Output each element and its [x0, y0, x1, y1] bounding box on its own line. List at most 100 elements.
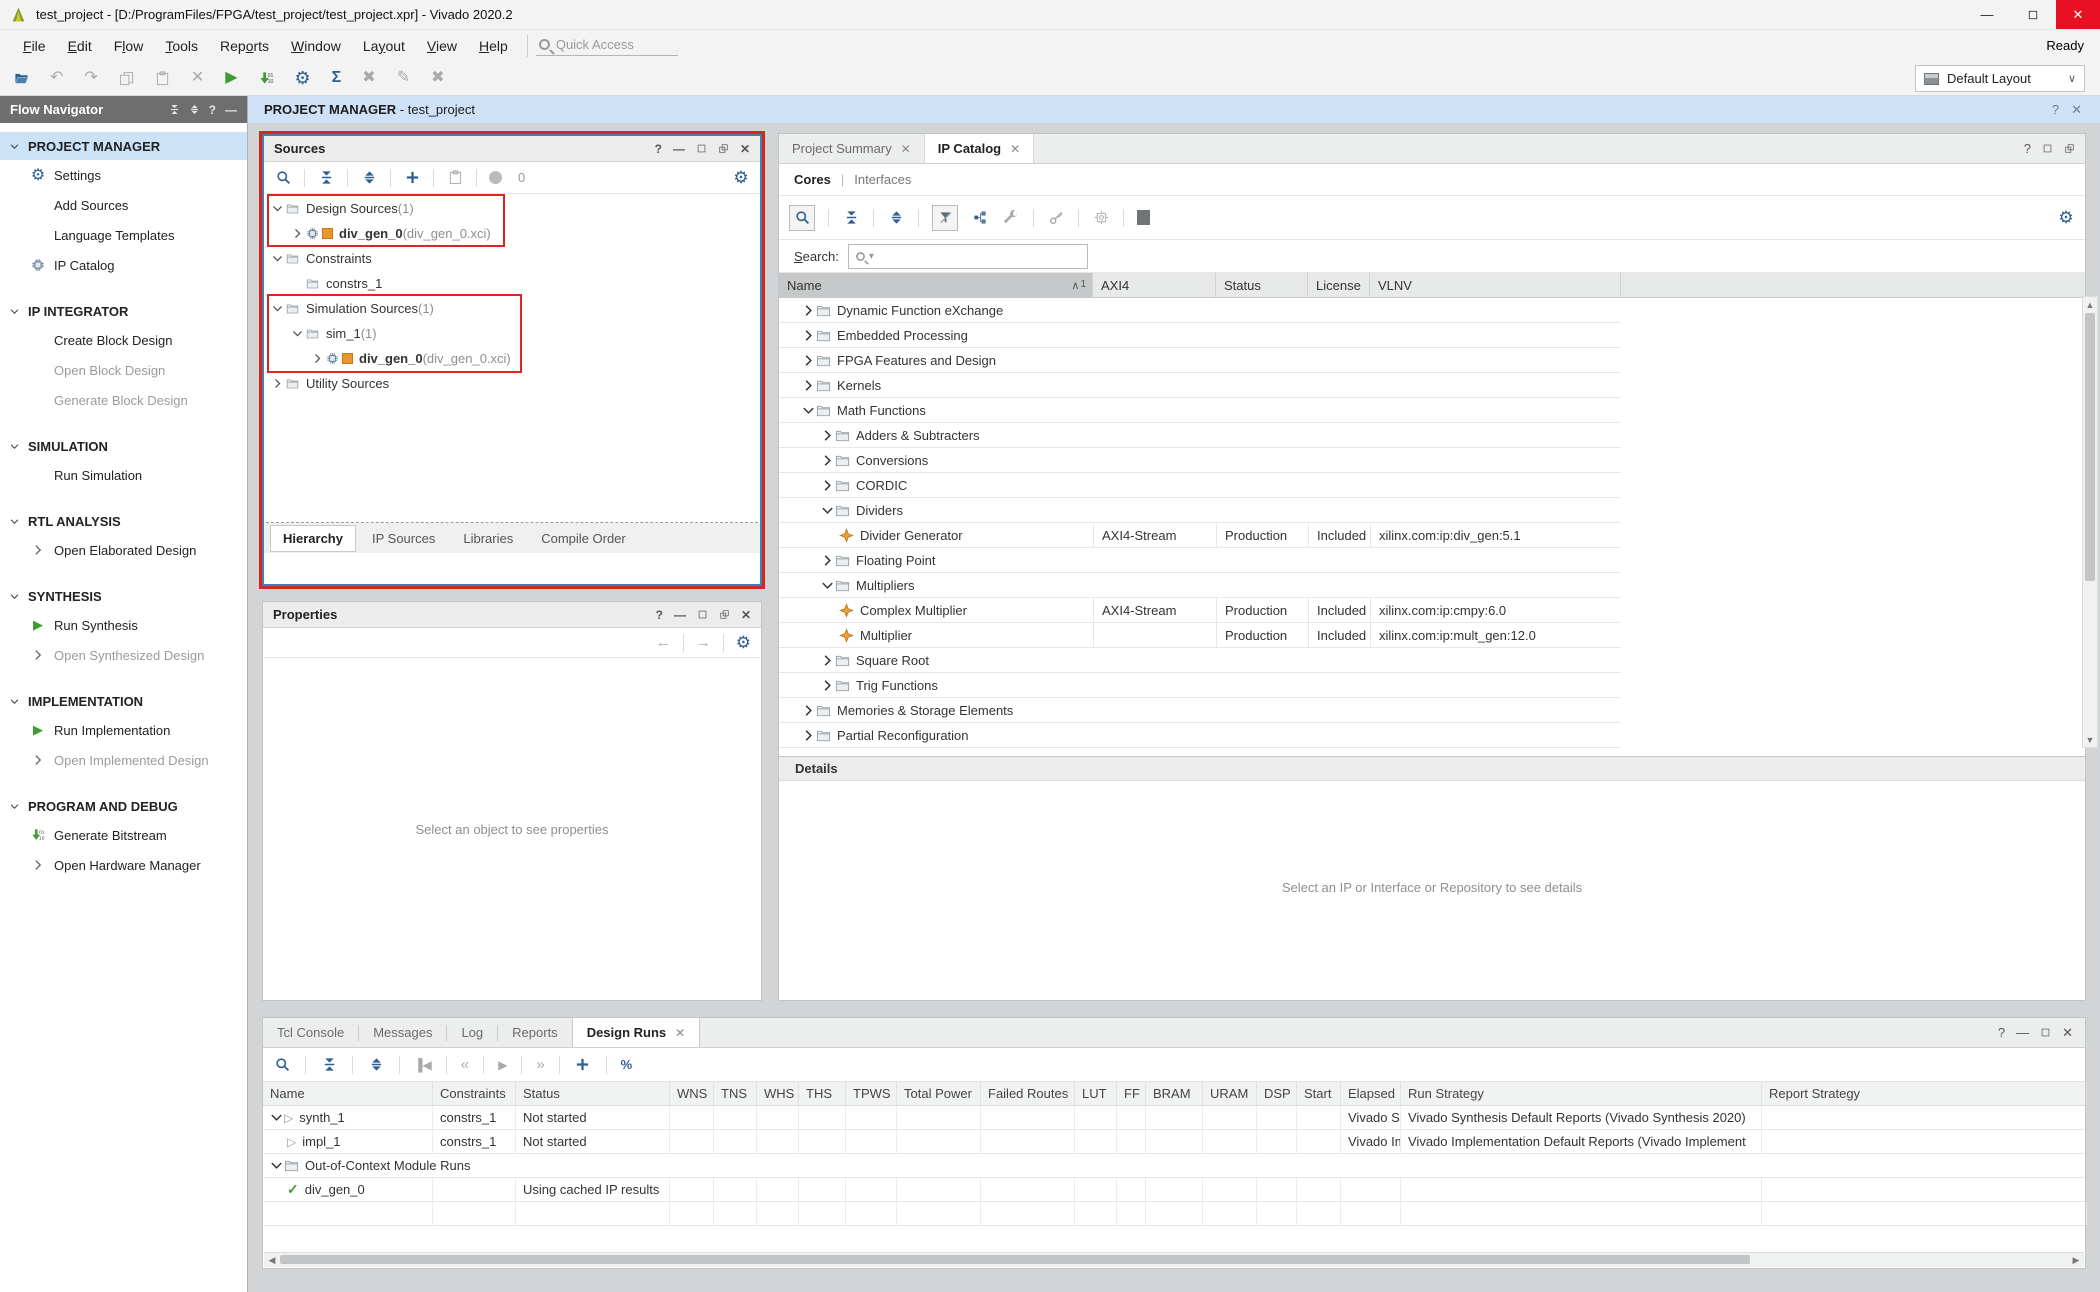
float-panel-icon[interactable]	[719, 609, 730, 620]
maximize-panel-icon[interactable]	[697, 609, 708, 620]
gear-icon[interactable]: ⚙	[2057, 209, 2075, 227]
stop-icon[interactable]	[1137, 210, 1150, 225]
flow-section-rtl-analysis[interactable]: RTL ANALYSIS	[0, 507, 247, 535]
filter-compatible-icon[interactable]	[932, 205, 958, 231]
tree-item-constraints[interactable]: Constraints	[264, 246, 760, 271]
scrollbar-thumb[interactable]	[2085, 313, 2095, 581]
menu-flow[interactable]: Flow	[103, 34, 155, 58]
copy-icon[interactable]	[119, 71, 134, 86]
close-panel-icon[interactable]: ✕	[2062, 1025, 2073, 1041]
close-tab-icon[interactable]: ✕	[901, 142, 911, 156]
menu-window[interactable]: Window	[280, 34, 352, 58]
chevron-down-icon[interactable]	[270, 301, 285, 316]
undo-icon[interactable]: ↶	[50, 70, 63, 86]
abort-icon[interactable]: ✖	[431, 70, 444, 86]
tab-hierarchy[interactable]: Hierarchy	[270, 525, 356, 552]
tab-compile-order[interactable]: Compile Order	[529, 526, 638, 551]
help-icon[interactable]: ?	[2052, 102, 2059, 118]
help-icon[interactable]: ?	[1998, 1025, 2005, 1040]
menu-help[interactable]: Help	[468, 34, 519, 58]
chevron-right-icon[interactable]	[801, 353, 816, 368]
close-icon[interactable]: ✕	[2071, 102, 2082, 118]
collapse-all-icon[interactable]	[317, 169, 335, 187]
flow-item-open-implemented-design[interactable]: Open Implemented Design	[0, 745, 247, 775]
step-back-icon[interactable]: «	[461, 1056, 469, 1073]
minimize-icon[interactable]: —	[1964, 0, 2010, 29]
ip-row-complex-multiplier[interactable]: Complex MultiplierAXI4-StreamProductionI…	[779, 598, 1621, 623]
tree-item-constrs_1[interactable]: constrs_1	[264, 271, 760, 296]
search-icon[interactable]	[789, 205, 815, 231]
ip-row-multipliers[interactable]: Multipliers	[779, 573, 1621, 598]
ip-row-multiplier[interactable]: MultiplierProductionIncludedxilinx.com:i…	[779, 623, 1621, 648]
close-panel-icon[interactable]: ✕	[741, 608, 751, 622]
chevron-right-icon[interactable]	[290, 226, 305, 241]
run-row-div_gen_0[interactable]: ✓div_gen_0Using cached IP results	[263, 1178, 2085, 1202]
ip-row-partial-reconfiguration[interactable]: Partial Reconfiguration	[779, 723, 1621, 748]
gear-icon[interactable]: ⚙	[736, 633, 751, 653]
scroll-down-icon[interactable]: ▼	[2083, 732, 2097, 747]
chevron-right-icon[interactable]	[801, 728, 816, 743]
flow-item-open-synthesized-design[interactable]: Open Synthesized Design	[0, 640, 247, 670]
delete-icon[interactable]: ✕	[191, 70, 204, 86]
close-panel-icon[interactable]: ✕	[740, 142, 750, 156]
chevron-right-icon[interactable]	[801, 328, 816, 343]
column-header-axi4[interactable]: AXI4	[1093, 273, 1216, 297]
column-header-vlnv[interactable]: VLNV	[1370, 273, 1621, 297]
ip-row-floating-point[interactable]: Floating Point	[779, 548, 1621, 573]
horizontal-scrollbar[interactable]: ◀ ▶	[264, 1252, 2084, 1267]
tree-item-div_gen_0[interactable]: div_gen_0 (div_gen_0.xci)	[264, 346, 760, 371]
scrollbar-thumb[interactable]	[280, 1255, 1750, 1264]
help-icon[interactable]: ?	[656, 608, 663, 622]
scroll-right-icon[interactable]: ▶	[2068, 1253, 2084, 1267]
sources-header[interactable]: Sources ? — ✕	[264, 136, 760, 162]
ip-row-math-functions[interactable]: Math Functions	[779, 398, 1621, 423]
column-header-tns[interactable]: TNS	[714, 1082, 757, 1105]
column-header-bram[interactable]: BRAM	[1146, 1082, 1203, 1105]
column-header-ths[interactable]: THS	[799, 1082, 846, 1105]
chevron-right-icon[interactable]	[801, 703, 816, 718]
column-header-start[interactable]: Start	[1297, 1082, 1341, 1105]
chevron-right-icon[interactable]	[801, 303, 816, 318]
ip-row-trig-functions[interactable]: Trig Functions	[779, 673, 1621, 698]
chevron-right-icon[interactable]	[820, 678, 835, 693]
edit-icon[interactable]: ✎	[397, 70, 410, 86]
percent-icon[interactable]: %	[621, 1057, 633, 1072]
flow-item-ip-catalog[interactable]: IP Catalog	[0, 250, 247, 280]
chevron-down-icon[interactable]	[269, 1158, 284, 1173]
wrench-icon[interactable]	[1002, 209, 1020, 227]
flow-item-settings[interactable]: ⚙Settings	[0, 160, 247, 190]
minimize-panel-icon[interactable]: —	[674, 608, 686, 622]
ip-settings-icon[interactable]	[1092, 209, 1110, 227]
help-icon[interactable]: ?	[655, 142, 662, 156]
column-header-total-power[interactable]: Total Power	[897, 1082, 981, 1105]
redo-icon[interactable]: ↷	[84, 70, 97, 86]
tab-tcl-console[interactable]: Tcl Console	[263, 1018, 358, 1047]
flow-section-project-manager[interactable]: PROJECT MANAGER	[0, 132, 247, 160]
tab-ip-sources[interactable]: IP Sources	[360, 526, 447, 551]
ip-row-embedded-processing[interactable]: Embedded Processing	[779, 323, 1621, 348]
chevron-right-icon[interactable]	[820, 553, 835, 568]
column-header-wns[interactable]: WNS	[670, 1082, 714, 1105]
column-header-name[interactable]: Name	[263, 1082, 433, 1105]
chevron-right-icon[interactable]	[820, 428, 835, 443]
help-icon[interactable]: ?	[209, 103, 216, 117]
tree-item-div_gen_0[interactable]: div_gen_0 (div_gen_0.xci)	[264, 221, 760, 246]
run-row-out-of-context-module-runs[interactable]: Out-of-Context Module Runs	[263, 1154, 2085, 1178]
flow-item-add-sources[interactable]: Add Sources	[0, 190, 247, 220]
minimize-panel-icon[interactable]: —	[2016, 1025, 2029, 1040]
report-sigma-icon[interactable]: Σ	[332, 70, 342, 86]
ip-row-dividers[interactable]: Dividers	[779, 498, 1621, 523]
ip-row-adders-&-subtracters[interactable]: Adders & Subtracters	[779, 423, 1621, 448]
menu-view[interactable]: View	[416, 34, 468, 58]
tree-item-design sources[interactable]: Design Sources (1)	[264, 196, 760, 221]
chevron-down-icon[interactable]	[269, 1110, 284, 1125]
chevron-down-icon[interactable]	[270, 251, 285, 266]
menu-file[interactable]: File	[12, 34, 57, 58]
column-header-ff[interactable]: FF	[1117, 1082, 1146, 1105]
column-header-license[interactable]: License	[1308, 273, 1370, 297]
collapse-all-icon[interactable]	[842, 209, 860, 227]
paste-icon[interactable]	[155, 71, 170, 86]
tab-project-summary[interactable]: Project Summary✕	[779, 134, 925, 163]
chevron-right-icon[interactable]	[801, 378, 816, 393]
flow-section-program-and-debug[interactable]: PROGRAM AND DEBUG	[0, 792, 247, 820]
